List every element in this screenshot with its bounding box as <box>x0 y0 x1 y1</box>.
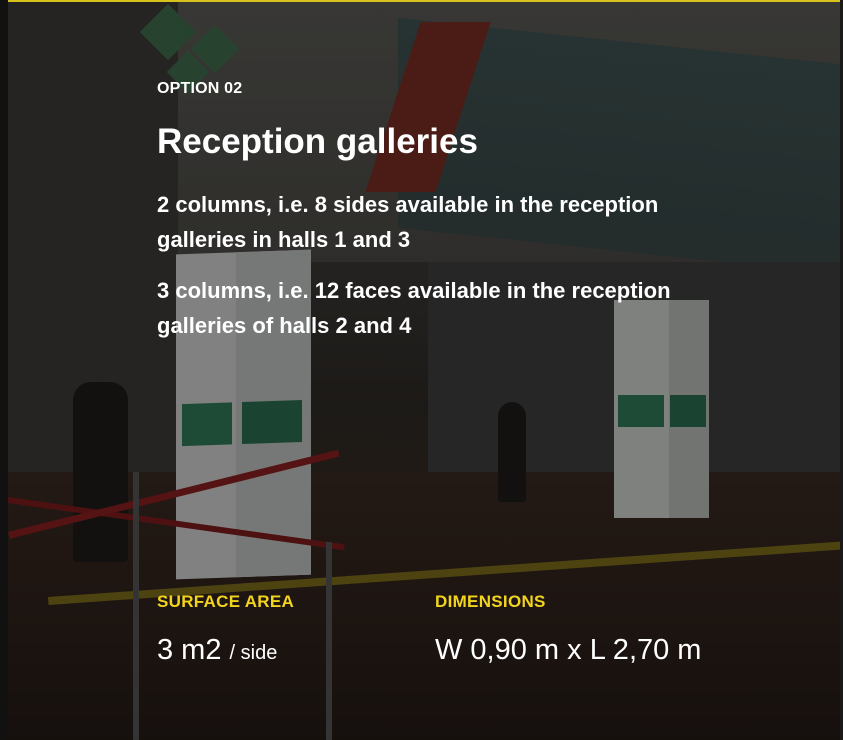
surface-area-number: 3 m2 <box>157 634 222 666</box>
surface-area-value: 3 m2 / side <box>157 634 277 667</box>
page-title: Reception galleries <box>157 122 478 161</box>
surface-area-label: SURFACE AREA <box>157 592 295 611</box>
description-paragraph: 2 columns, i.e. 8 sides available in the… <box>157 192 659 252</box>
top-accent-bar <box>0 0 843 2</box>
left-edge <box>0 0 8 740</box>
dimensions-value: W 0,90 m x L 2,70 m <box>435 634 702 666</box>
description-paragraph: 3 columns, i.e. 12 faces available in th… <box>157 278 671 338</box>
slide-frame: OPTION 02 Reception galleries 2 columns,… <box>0 0 843 740</box>
dimensions-label: DIMENSIONS <box>435 592 546 611</box>
dark-overlay <box>0 0 843 740</box>
surface-area-unit: / side <box>229 642 278 664</box>
option-label: OPTION 02 <box>157 80 243 97</box>
